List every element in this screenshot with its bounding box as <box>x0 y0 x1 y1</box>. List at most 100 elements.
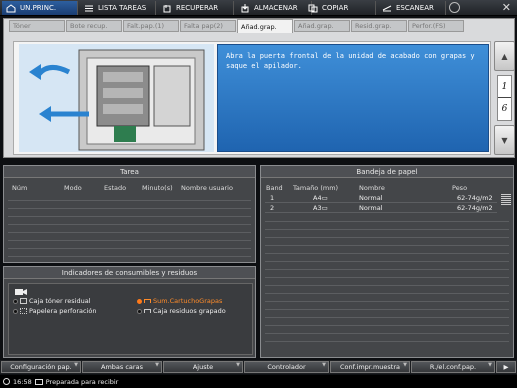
toner-box-icon <box>20 298 27 304</box>
tray-number: 1 <box>270 194 275 202</box>
copy-button[interactable]: COPIAR <box>304 1 376 15</box>
staple-waste-icon <box>144 309 151 313</box>
consumables-panel: Indicadores de consumibles y residuos Ca… <box>3 266 256 358</box>
consumables-title: Indicadores de consumibles y residuos <box>4 267 255 279</box>
printer-icon <box>34 378 43 385</box>
waste-toner-box-indicator: Caja tóner residual <box>13 297 91 305</box>
scroll-up-button[interactable]: ▲ <box>494 41 515 71</box>
more-functions-button[interactable]: ▶ <box>496 361 516 373</box>
paper-setting-button[interactable]: Configuración pap. ▼ <box>1 361 81 373</box>
tab-paper-out-1[interactable]: Falt.pap.(1) <box>123 20 179 32</box>
status-dot <box>137 308 142 314</box>
paper-tray-panel: Bandeja de papel Band Tamaño (mm) Nombre… <box>260 165 514 358</box>
tab-toner[interactable]: Tóner <box>9 20 65 32</box>
tray-weight: 62-74g/m2 <box>457 194 493 202</box>
col-minutes: Minuto(s) <box>142 184 173 192</box>
page-indicator: 1 6 <box>497 75 512 121</box>
punch-bin-icon <box>20 308 27 314</box>
staple-icon <box>144 299 151 303</box>
chevron-down-icon: ▼ <box>236 362 240 368</box>
tab-add-staples-1[interactable]: Añad.grap. <box>237 19 293 33</box>
sample-print-label: Conf.impr.muestra <box>340 363 400 371</box>
tray-size: A3▭ <box>313 204 328 212</box>
home-icon <box>6 3 16 12</box>
scan-icon <box>382 5 392 11</box>
status-dot <box>13 298 18 304</box>
top-navigation-bar: UN.PRINC. LISTA TAREAS RECUPERAR ALMACEN… <box>0 0 517 16</box>
up-arrow-icon: ▲ <box>501 52 508 61</box>
tab-punch-fs[interactable]: Perfor.(FS) <box>408 20 464 32</box>
clock-icon <box>3 378 10 385</box>
tab-paper-out-2[interactable]: Falta pap(2) <box>180 20 236 32</box>
recall-button[interactable]: RECUPERAR <box>158 1 234 15</box>
home-label: UN.PRINC. <box>20 4 57 12</box>
controller-label: Controlador <box>267 363 306 371</box>
copy-label: COPIAR <box>322 4 349 12</box>
col-weight: Peso <box>452 184 468 192</box>
job-row[interactable] <box>8 217 251 225</box>
job-row[interactable] <box>8 209 251 217</box>
job-row[interactable] <box>8 201 251 209</box>
paper-setting-label: Configuración pap. <box>10 363 72 371</box>
chevron-down-icon: ▼ <box>322 362 326 368</box>
job-list[interactable] <box>8 193 251 257</box>
waste-toner-box-label: Caja tóner residual <box>29 297 91 305</box>
adjustment-label: Ajuste <box>192 363 214 371</box>
tab-staple-waste[interactable]: Resid.grap. <box>351 20 407 32</box>
job-panel-title: Tarea <box>4 166 255 178</box>
col-number: Núm <box>12 184 28 192</box>
list-icon <box>85 5 93 11</box>
paper-catalog-label: R./el.conf.pap. <box>429 363 477 371</box>
job-row[interactable] <box>8 241 251 249</box>
store-button[interactable]: ALMACENAR <box>236 1 312 15</box>
guidance-message-box: Abra la puerta frontal de la unidad de a… <box>217 44 489 152</box>
job-row[interactable] <box>8 233 251 241</box>
store-icon <box>241 3 249 12</box>
clock-time: 16:58 <box>13 377 32 386</box>
staple-cartridge-label: Sum.CartuchoGrapas <box>153 297 223 305</box>
scan-button[interactable]: ESCANEAR <box>378 1 446 15</box>
job-panel: Tarea Núm Modo Estado Minuto(s) Nombre u… <box>3 165 256 263</box>
chevron-down-icon: ▼ <box>403 362 407 368</box>
sample-print-button[interactable]: Conf.impr.muestra ▼ <box>330 361 410 373</box>
job-row[interactable] <box>8 193 251 201</box>
punch-waste-indicator: Papelera perforación <box>13 307 96 315</box>
controller-button[interactable]: Controlador ▼ <box>244 361 329 373</box>
tray-paper-name: Normal <box>359 204 383 212</box>
tray-row[interactable]: 1 A4▭ Normal 62-74g/m2 <box>265 194 497 203</box>
job-row[interactable] <box>8 249 251 257</box>
consumables-box: Caja tóner residual Papelera perforación… <box>8 283 253 355</box>
recall-label: RECUPERAR <box>176 4 219 12</box>
status-bar: 16:58 Preparada para recibir <box>0 375 517 388</box>
guidance-message: Abra la puerta frontal de la unidad de a… <box>226 52 475 70</box>
scan-label: ESCANEAR <box>396 4 434 12</box>
staple-waste-indicator: Caja residuos grapado <box>137 307 226 315</box>
tab-add-staples-2[interactable]: Añad.grap. <box>294 20 350 32</box>
tray-empty-rows <box>265 214 509 342</box>
punch-waste-label: Papelera perforación <box>29 307 97 315</box>
store-label: ALMACENAR <box>254 4 298 12</box>
chevron-down-icon: ▼ <box>74 362 78 368</box>
staple-waste-label: Caja residuos grapado <box>153 307 226 315</box>
close-icon[interactable]: ✕ <box>502 1 511 14</box>
status-dot <box>13 308 18 314</box>
scrollbar-grip[interactable] <box>501 194 511 205</box>
home-button[interactable]: UN.PRINC. <box>2 1 78 15</box>
job-list-button[interactable]: LISTA TAREAS <box>80 1 156 15</box>
duplex-button[interactable]: Ambas caras ▼ <box>82 361 162 373</box>
adjustment-button[interactable]: Ajuste ▼ <box>163 361 243 373</box>
col-user-name: Nombre usuario <box>181 184 233 192</box>
language-globe-icon[interactable] <box>449 2 460 13</box>
guidance-pager: ▲ 1 6 ▼ <box>494 41 515 155</box>
tab-waste-toner[interactable]: Bote recup. <box>66 20 122 32</box>
tray-paper-name: Normal <box>359 194 383 202</box>
copy-icon <box>308 4 318 12</box>
scroll-down-button[interactable]: ▼ <box>494 125 515 155</box>
job-row[interactable] <box>8 225 251 233</box>
tray-row[interactable]: 2 A3▭ Normal 62-74g/m2 <box>265 204 497 213</box>
finisher-illustration <box>19 44 214 152</box>
warning-dot <box>137 298 142 304</box>
paper-catalog-button[interactable]: R./el.conf.pap. ▼ <box>411 361 495 373</box>
chevron-down-icon: ▼ <box>488 362 492 368</box>
camera-icon <box>15 289 27 295</box>
